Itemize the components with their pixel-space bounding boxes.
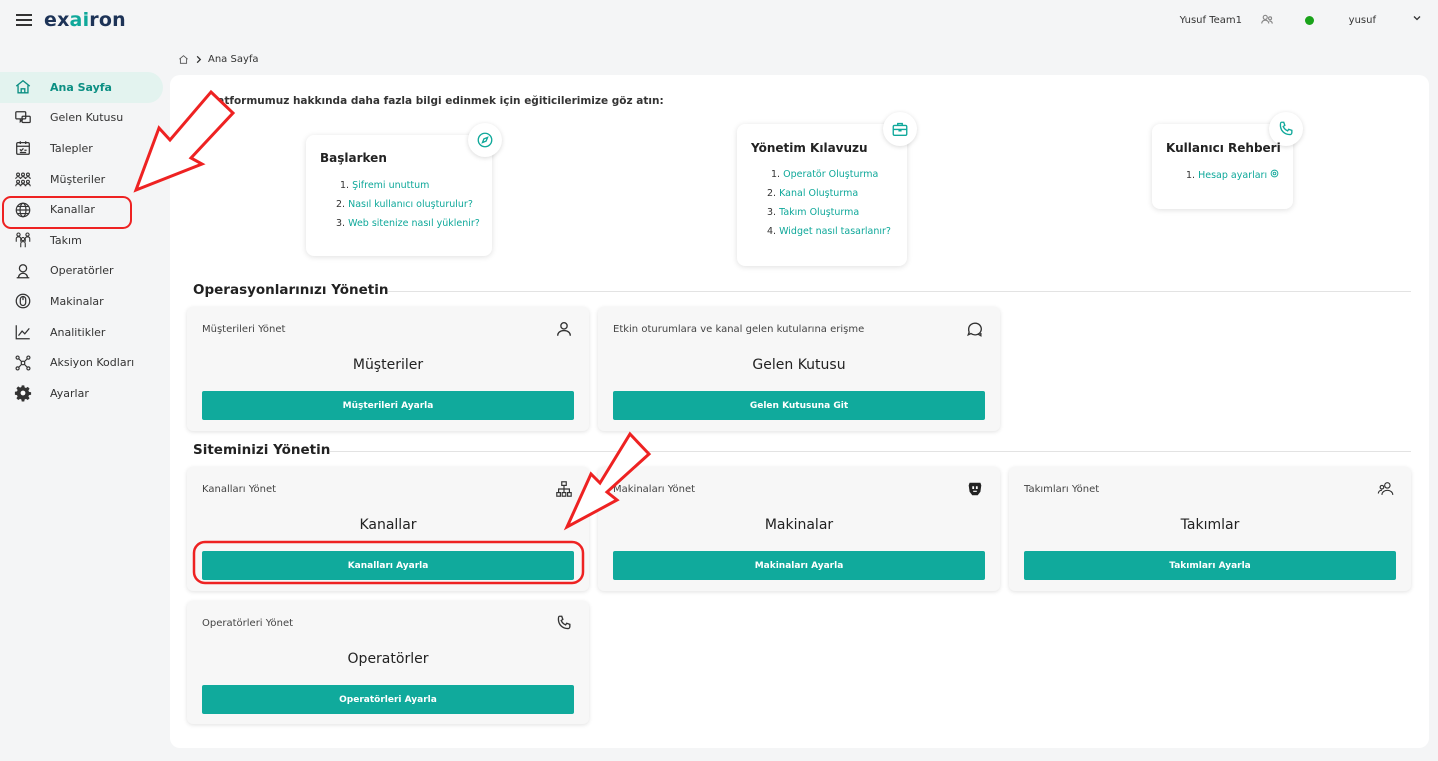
team-name[interactable]: Yusuf Team1 [1180, 15, 1242, 26]
sidebar-item-label: Müşteriler [50, 172, 106, 186]
calendar-check-icon [16, 141, 30, 156]
sidebar-item-label: Kanallar [50, 203, 95, 217]
sidebar-item-channels[interactable]: Kanallar [0, 194, 165, 229]
go-to-inbox-button[interactable]: Gelen Kutusuna Git [613, 391, 985, 420]
section-title-operations: Operasyonlarınızı Yönetin [193, 282, 389, 298]
users-group-icon [15, 172, 31, 187]
card-title: Müşteriler [352, 357, 424, 373]
sidebar-item-label: Analitikler [50, 325, 106, 339]
card-subtitle: Müşterileri Yönet [202, 324, 286, 335]
section-divider [330, 451, 1411, 452]
teams-settings-button[interactable]: Takımları Ayarla [1024, 551, 1396, 580]
briefcase-icon [883, 112, 917, 146]
gear-icon [14, 385, 32, 402]
logo[interactable]: exairon [44, 9, 126, 31]
chat-icon [15, 110, 31, 124]
guide-link[interactable]: 3. Web sitenize nasıl yüklenir? [336, 218, 480, 237]
sidebar-item-label: Ayarlar [50, 386, 89, 400]
sidebar-item-label: Aksiyon Kodları [50, 356, 135, 370]
sidebar-item-machines[interactable]: Makinalar [0, 286, 165, 317]
sidebar-item-label: Takım [50, 233, 82, 247]
card-customers: Müşterileri Yönet Müşteriler Müşterileri… [187, 307, 589, 431]
operator-icon [16, 263, 30, 279]
sidebar-item-analytics[interactable]: Analitikler [0, 317, 165, 348]
sidebar-item-label: Talepler [50, 141, 93, 155]
sitemap-icon [556, 481, 572, 497]
user-icon [557, 322, 571, 336]
card-subtitle: Makinaları Yönet [613, 484, 696, 495]
guide-link[interactable]: 1. Hesap ayarları [1186, 169, 1279, 188]
network-icon [15, 355, 31, 371]
card-machines: Makinaları Yönet Makinalar Makinaları Ay… [598, 467, 1000, 591]
sidebar-item-operators[interactable]: Operatörler [0, 256, 165, 287]
home-icon [15, 80, 31, 94]
sidebar-item-label: Gelen Kutusu [50, 111, 124, 125]
card-teams: Takımları Yönet Takımlar Takımları Ayarl… [1009, 467, 1411, 591]
chart-line-icon [15, 325, 30, 340]
top-bar: exairon Yusuf Team1 yusuf [0, 0, 1438, 44]
home-icon[interactable] [178, 54, 189, 65]
card-channels: Kanalları Yönet Kanallar Kanalları Ayarl… [187, 467, 589, 591]
menu-icon[interactable] [16, 14, 32, 26]
guide-link[interactable]: 2. Nasıl kullanıcı oluşturulur? [336, 199, 480, 218]
card-title: Kanallar [359, 517, 417, 533]
sidebar-item-customers[interactable]: Müşteriler [0, 164, 165, 195]
guide-card-user-guide: Kullanıcı Rehberi 1. Hesap ayarları [1152, 112, 1303, 209]
breadcrumb-current: Ana Sayfa [208, 54, 259, 65]
sidebar-item-label: Makinalar [50, 294, 104, 308]
card-title: Operatörler [347, 651, 429, 667]
sidebar-item-team[interactable]: Takım [0, 225, 165, 256]
intro-text: Platformumuz hakkında daha fazla bilgi e… [206, 95, 664, 107]
card-title: Makinalar [764, 517, 834, 533]
sidebar-item-inbox[interactable]: Gelen Kutusu [0, 103, 165, 134]
sidebar-item-requests[interactable]: Talepler [0, 133, 165, 164]
guide-card-management: Yönetim Kılavuzu 1. Operatör Oluşturma 2… [737, 112, 917, 266]
compass-icon [468, 123, 502, 157]
guide-link[interactable]: 1. Operatör Oluşturma [771, 169, 891, 188]
globe-icon [15, 202, 31, 218]
sidebar-item-home[interactable]: Ana Sayfa [0, 72, 163, 103]
main-panel: Platformumuz hakkında daha fazla bilgi e… [170, 75, 1429, 748]
sidebar-item-action-codes[interactable]: Aksiyon Kodları [0, 347, 165, 378]
sidebar: Ana Sayfa Gelen Kutusu Talepler Müşteril… [0, 72, 165, 409]
robot-icon [968, 482, 982, 496]
card-operators: Operatörleri Yönet Operatörler Operatörl… [187, 601, 589, 724]
status-online-indicator [1305, 16, 1314, 25]
chevron-right-icon [196, 55, 202, 64]
guide-title: Yönetim Kılavuzu [751, 141, 868, 155]
guide-link[interactable]: 3. Takım Oluşturma [767, 207, 891, 226]
card-subtitle: Takımları Yönet [1024, 484, 1100, 495]
card-title: Gelen Kutusu [752, 357, 846, 373]
sidebar-item-label: Operatörler [50, 264, 114, 278]
breadcrumb: Ana Sayfa [178, 54, 259, 65]
sidebar-item-settings[interactable]: Ayarlar [0, 378, 165, 409]
card-subtitle: Operatörleri Yönet [202, 618, 294, 629]
team-icon [15, 232, 31, 248]
card-subtitle: Kanalları Yönet [202, 484, 277, 495]
operators-settings-button[interactable]: Operatörleri Ayarla [202, 685, 574, 714]
guide-link[interactable]: 1. Şifremi unuttum [340, 180, 480, 199]
team-users-icon [1377, 482, 1394, 495]
machine-icon [15, 294, 31, 309]
chevron-down-icon[interactable] [1412, 13, 1422, 23]
section-title-site: Siteminizi Yönetin [193, 442, 331, 458]
guide-title: Başlarken [320, 151, 387, 165]
team-switch-icon[interactable] [1260, 13, 1274, 27]
card-inbox: Etkin oturumlara ve kanal gelen kutuları… [598, 307, 1000, 431]
chat-bubble-icon [967, 322, 982, 337]
customers-settings-button[interactable]: Müşterileri Ayarla [202, 391, 574, 420]
guide-link[interactable]: 4. Widget nasıl tasarlanır? [767, 226, 891, 245]
channels-settings-button[interactable]: Kanalları Ayarla [202, 551, 574, 580]
card-title: Takımlar [1180, 517, 1240, 533]
sidebar-item-label: Ana Sayfa [50, 80, 112, 94]
card-subtitle: Etkin oturumlara ve kanal gelen kutuları… [613, 324, 865, 335]
gear-icon [1270, 169, 1279, 178]
guide-card-getting-started: Başlarken 1. Şifremi unuttum 2. Nasıl ku… [306, 123, 502, 256]
section-divider [388, 291, 1411, 292]
guide-title: Kullanıcı Rehberi [1166, 141, 1281, 155]
phone-icon [557, 615, 571, 630]
user-name[interactable]: yusuf [1349, 15, 1376, 26]
guide-link[interactable]: 2. Kanal Oluşturma [767, 188, 891, 207]
machines-settings-button[interactable]: Makinaları Ayarla [613, 551, 985, 580]
